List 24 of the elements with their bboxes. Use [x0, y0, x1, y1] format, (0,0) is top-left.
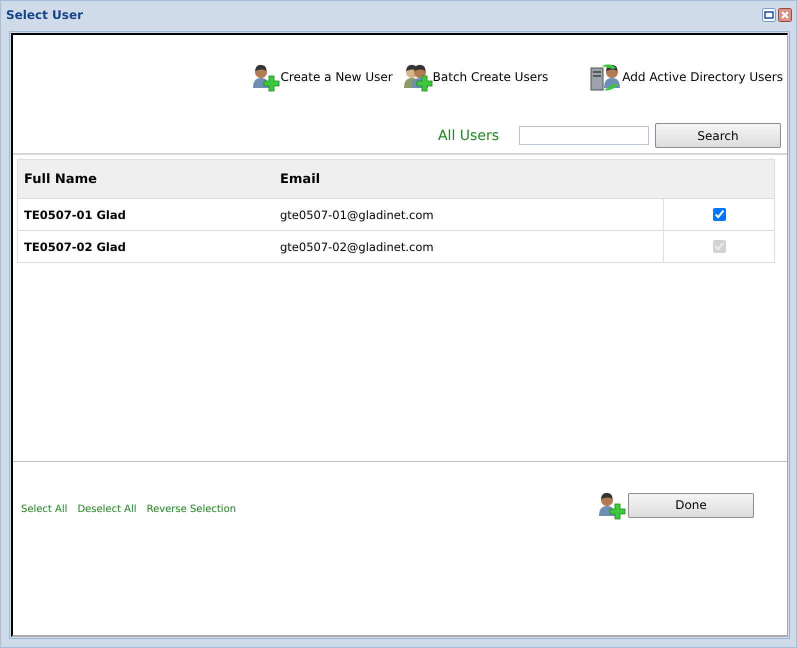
name-cell-text: TE0507-01 Glad — [23, 208, 127, 222]
column-header: Email — [279, 172, 322, 186]
selection-link[interactable]: Deselect All — [77, 504, 137, 515]
done-button[interactable]: Done — [628, 492, 754, 518]
server-user-icon — [590, 62, 622, 92]
close-icon[interactable] — [778, 8, 792, 22]
row-checkbox[interactable] — [712, 208, 726, 221]
user-add-icon — [596, 490, 626, 520]
user-add-icon — [250, 62, 280, 92]
window-title: Select User — [6, 8, 84, 22]
users-add-icon — [402, 62, 433, 92]
search-field[interactable] — [519, 126, 649, 145]
action-link[interactable]: Add Active Directory Users — [590, 62, 783, 92]
action-link[interactable]: Create a New User — [250, 62, 393, 92]
name-cell-text: TE0507-02 Glad — [23, 240, 127, 254]
email-cell-text: gte0507-02@gladinet.com — [279, 240, 435, 254]
column-header: Full Name — [23, 172, 98, 186]
search-button[interactable]: Search — [655, 123, 781, 148]
selection-link[interactable]: Select All — [21, 504, 68, 515]
filter-label: All Users — [438, 128, 499, 144]
action-link[interactable]: Batch Create Users — [402, 62, 548, 92]
selection-link[interactable]: Reverse Selection — [146, 504, 236, 515]
maximize-icon[interactable] — [762, 8, 776, 22]
email-cell-text: gte0507-01@gladinet.com — [279, 208, 435, 222]
